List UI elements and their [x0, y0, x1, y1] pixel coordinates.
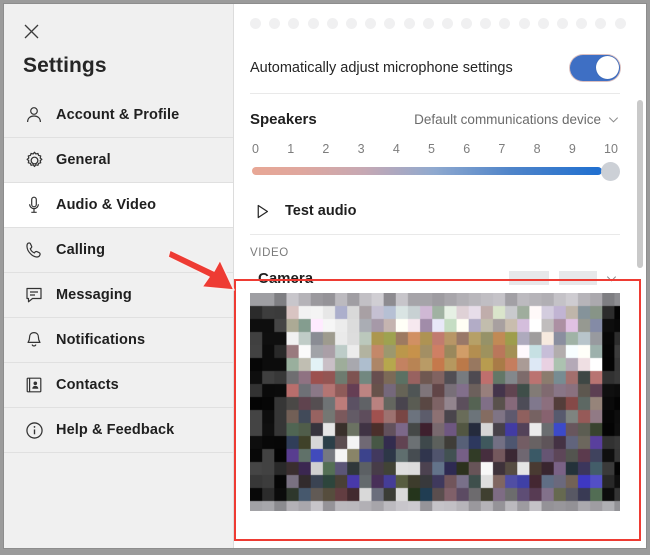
sidebar-item-label: Messaging: [56, 287, 132, 303]
speaker-volume-slider-wrap: 0 1 2 3 4 5 6 7 8 9 10: [250, 140, 620, 181]
camera-label: Camera: [258, 269, 314, 287]
camera-preview-canvas: [250, 293, 620, 511]
sidebar-item-general[interactable]: General: [4, 138, 233, 183]
volume-tick-label: 2: [322, 142, 330, 156]
volume-tick-label: 6: [463, 142, 471, 156]
volume-tick-label: 8: [533, 142, 541, 156]
person-icon: [22, 103, 46, 127]
sidebar-item-help-feedback[interactable]: Help & Feedback: [4, 408, 233, 453]
test-audio-label: Test audio: [285, 203, 357, 219]
mic-level-dot: [480, 17, 492, 29]
mic-level-dot: [614, 17, 626, 29]
volume-tick-label: 9: [568, 142, 576, 156]
close-button[interactable]: [18, 18, 44, 44]
mic-level-dot: [345, 17, 357, 29]
speakers-row: Speakers Default communications device: [250, 98, 620, 140]
mic-level-dot: [461, 17, 473, 29]
mic-level-dot: [326, 17, 338, 29]
contact-card-icon: [22, 373, 46, 397]
test-audio-button[interactable]: Test audio: [250, 188, 620, 235]
sidebar-item-label: General: [56, 152, 111, 168]
chevron-down-icon: [605, 272, 618, 285]
mic-level-dot: [518, 17, 530, 29]
panel-top-edge: [234, 4, 646, 9]
mic-level-dot: [384, 17, 396, 29]
volume-tick-label: 5: [428, 142, 435, 156]
mic-level-dot: [250, 17, 261, 29]
mic-level-dot: [499, 17, 511, 29]
speakers-device-value: Default communications device: [414, 111, 601, 127]
microphone-level-meter: [250, 4, 626, 42]
auto-adjust-microphone-toggle[interactable]: [570, 54, 620, 81]
camera-row: Camera: [250, 263, 620, 293]
sidebar-item-label: Calling: [56, 242, 106, 258]
bell-icon: [22, 328, 46, 352]
sidebar-item-label: Account & Profile: [56, 107, 180, 123]
sidebar-item-label: Notifications: [56, 332, 146, 348]
mic-level-dot: [537, 17, 549, 29]
volume-tick-label: 0: [252, 142, 259, 156]
sidebar-item-messaging[interactable]: Messaging: [4, 273, 233, 318]
page-title: Settings: [23, 54, 107, 77]
close-icon: [23, 23, 40, 40]
mic-level-dot: [365, 17, 377, 29]
speakers-heading: Speakers: [250, 110, 317, 128]
sidebar-item-label: Audio & Video: [56, 197, 157, 213]
volume-tick-label: 7: [498, 142, 506, 156]
sidebar-item-account-profile[interactable]: Account & Profile: [4, 93, 233, 138]
mic-level-dot: [576, 17, 588, 29]
mic-level-dot: [441, 17, 453, 29]
camera-device-redaction-block: [559, 271, 597, 285]
mic-level-dot: [307, 17, 319, 29]
slider-track: [252, 167, 602, 175]
toggle-knob: [595, 56, 619, 79]
panel-scrollbar[interactable]: [637, 100, 643, 268]
mic-level-dot: [269, 17, 281, 29]
sidebar-item-label: Help & Feedback: [56, 422, 175, 438]
camera-device-redaction-block: [509, 271, 549, 285]
speaker-volume-slider[interactable]: [250, 162, 620, 181]
chevron-down-icon: [607, 113, 620, 126]
play-icon: [250, 199, 274, 223]
auto-adjust-microphone-label: Automatically adjust microphone settings: [250, 59, 513, 76]
sidebar-item-label: Contacts: [56, 377, 119, 393]
volume-tick-label: 4: [392, 142, 400, 156]
mic-level-dot: [422, 17, 434, 29]
volume-tick-label: 3: [357, 142, 365, 156]
camera-device-dropdown[interactable]: [509, 271, 618, 285]
sidebar-item-contacts[interactable]: Contacts: [4, 363, 233, 408]
volume-tick-label: 10: [604, 142, 618, 156]
volume-tick-label: 1: [287, 142, 295, 156]
mic-level-dot: [403, 17, 415, 29]
slider-thumb[interactable]: [601, 162, 620, 181]
sidebar-item-notifications[interactable]: Notifications: [4, 318, 233, 363]
video-section-heading: VIDEO: [250, 247, 289, 259]
microphone-icon: [22, 193, 46, 217]
sidebar-nav: Account & Profile General Audio & Video …: [4, 93, 233, 453]
camera-preview: [250, 293, 620, 511]
mic-level-dot: [595, 17, 607, 29]
sidebar-item-audio-video[interactable]: Audio & Video: [4, 183, 233, 228]
sidebar-item-calling[interactable]: Calling: [4, 228, 233, 273]
gear-icon: [22, 148, 46, 172]
chat-icon: [22, 283, 46, 307]
mic-level-dot: [557, 17, 568, 29]
volume-tick-labels: 0 1 2 3 4 5 6 7 8 9 10: [250, 142, 620, 156]
auto-adjust-microphone-row: Automatically adjust microphone settings: [250, 42, 620, 94]
info-circle-icon: [22, 418, 46, 442]
speakers-device-dropdown[interactable]: Default communications device: [414, 112, 620, 127]
settings-sidebar: Settings Account & Profile General Audio…: [4, 4, 234, 548]
mic-level-dot: [288, 17, 300, 29]
phone-icon: [22, 238, 46, 262]
audio-video-settings-panel: Automatically adjust microphone settings…: [234, 4, 646, 548]
settings-window: Settings Account & Profile General Audio…: [3, 3, 647, 549]
